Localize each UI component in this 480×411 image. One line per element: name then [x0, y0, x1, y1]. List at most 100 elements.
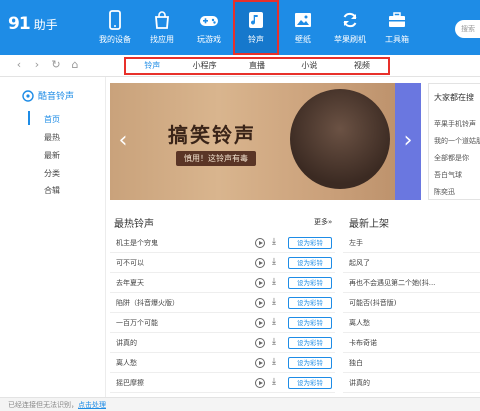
download-icon[interactable]: ⤓	[272, 317, 276, 327]
status-action-link[interactable]: 点击处理	[78, 401, 106, 409]
ringtone-name[interactable]: 可不可以	[116, 258, 144, 268]
nav-toolbox[interactable]: 工具箱	[374, 0, 420, 55]
bag-icon	[155, 11, 169, 29]
nav-label: 我的设备	[99, 35, 131, 44]
new-arrivals-heading: 最新上架	[349, 219, 389, 230]
nav-find-apps[interactable]: 找应用	[139, 0, 185, 55]
play-icon[interactable]	[255, 338, 265, 348]
ringtone-name[interactable]: 离人愁	[116, 358, 137, 368]
table-row: 去年夏天 ⤓ 设为彩铃	[110, 273, 335, 293]
banner-prev-icon[interactable]: ‹	[114, 126, 132, 158]
download-icon[interactable]: ⤓	[272, 377, 276, 387]
ringtone-name[interactable]: 讲真的	[349, 378, 370, 388]
refresh-page-icon[interactable]: ↻	[49, 58, 63, 72]
banner-photo	[290, 89, 390, 189]
back-icon[interactable]: ‹	[12, 58, 26, 72]
refresh-icon	[343, 12, 357, 28]
nav-ringtones[interactable]: 铃声	[233, 0, 279, 55]
set-ringback-button[interactable]: 设为彩铃	[288, 357, 332, 369]
nav-my-devices[interactable]: 我的设备	[92, 0, 138, 55]
popular-search-item[interactable]: 苹果手机铃声	[434, 119, 476, 129]
table-row: 摇巴摩擦 ⤓ 设为彩铃	[110, 373, 335, 393]
status-bar: 已经连接但无法识别，点击处理	[0, 397, 480, 411]
play-icon[interactable]	[255, 358, 265, 368]
set-ringback-button[interactable]: 设为彩铃	[288, 277, 332, 289]
sidebar-active-marker	[28, 111, 30, 125]
sub-tab-bar: 铃声 小程序 直播 小说 视频	[124, 57, 390, 75]
set-ringback-button[interactable]: 设为彩铃	[288, 297, 332, 309]
phone-icon	[109, 10, 121, 30]
subtab-mini-programs[interactable]: 小程序	[178, 59, 230, 73]
nav-games[interactable]: 玩游戏	[186, 0, 232, 55]
set-ringback-button[interactable]: 设为彩铃	[288, 257, 332, 269]
play-icon[interactable]	[255, 378, 265, 388]
ringtone-name[interactable]: 机主是个穷鬼	[116, 238, 158, 248]
nav-flash[interactable]: 苹果刷机	[327, 0, 373, 55]
sidebar: 酷音铃声 首页 最热 最新 分类 合辑	[0, 77, 106, 397]
play-icon[interactable]	[255, 258, 265, 268]
list-item: 再也不会遇见第二个她(抖...	[343, 273, 480, 293]
sidebar-title: 酷音铃声	[22, 89, 74, 102]
nav-wallpapers[interactable]: 壁纸	[280, 0, 326, 55]
ringtone-name[interactable]: 独白	[349, 358, 363, 368]
subtab-videos[interactable]: 视频	[336, 59, 388, 73]
ringtone-name[interactable]: 离人愁	[349, 318, 370, 328]
ringtone-name[interactable]: 可能否(抖音版)	[349, 298, 396, 308]
play-icon[interactable]	[255, 238, 265, 248]
ringtone-name[interactable]: 左手	[349, 238, 363, 248]
download-icon[interactable]: ⤓	[272, 257, 276, 267]
popular-search-item[interactable]: 陈奕迅	[434, 187, 455, 197]
sidebar-item-collections[interactable]: 合辑	[44, 185, 60, 196]
more-link[interactable]: 更多»	[314, 217, 332, 227]
promo-banner[interactable]: ‹ 搞笑铃声 慎用！这铃声有毒	[110, 83, 420, 200]
download-icon[interactable]: ⤓	[272, 337, 276, 347]
ringtone-name[interactable]: 再也不会遇见第二个她(抖...	[349, 278, 435, 288]
ringtone-name[interactable]: 陷阱（抖音爆火版）	[116, 298, 179, 308]
search-input[interactable]: 搜索	[455, 20, 480, 38]
download-icon[interactable]: ⤓	[272, 297, 276, 307]
ringtone-name[interactable]: 一百万个可能	[116, 318, 158, 328]
table-row: 可不可以 ⤓ 设为彩铃	[110, 253, 335, 273]
home-icon[interactable]: ⌂	[68, 58, 82, 72]
subtab-ringtones[interactable]: 铃声	[126, 59, 178, 73]
popular-search-item[interactable]: 全部都是你	[434, 153, 469, 163]
ringtone-name[interactable]: 讲真的	[116, 338, 137, 348]
popular-searches-panel: 大家都在搜 苹果手机铃声 我的一个道姑朋 全部都是你 吾白气球 陈奕迅	[428, 83, 480, 200]
list-item: 独白	[343, 353, 480, 373]
logo-mark: 91	[8, 14, 31, 34]
banner-next-icon[interactable]: ›	[399, 126, 417, 158]
download-icon[interactable]: ⤓	[272, 237, 276, 247]
banner-subtitle: 慎用！这铃声有毒	[176, 151, 256, 166]
ringtone-name[interactable]: 起风了	[349, 258, 370, 268]
app-logo[interactable]: 91 助手	[8, 14, 58, 34]
set-ringback-button[interactable]: 设为彩铃	[288, 337, 332, 349]
sidebar-item-categories[interactable]: 分类	[44, 168, 60, 179]
ringtone-name[interactable]: 摇巴摩擦	[116, 378, 144, 388]
play-icon[interactable]	[255, 278, 265, 288]
ringtone-name[interactable]: 去年夏天	[116, 278, 144, 288]
subtab-novels[interactable]: 小说	[283, 59, 335, 73]
set-ringback-button[interactable]: 设为彩铃	[288, 317, 332, 329]
ringtone-name[interactable]: 卡布奇诺	[349, 338, 377, 348]
list-item: 离人愁	[343, 313, 480, 333]
sidebar-item-home[interactable]: 首页	[44, 114, 60, 125]
banner-title: 搞笑铃声	[168, 123, 256, 147]
list-item: 可能否(抖音版)	[343, 293, 480, 313]
set-ringback-button[interactable]: 设为彩铃	[288, 377, 332, 389]
sidebar-item-newest[interactable]: 最新	[44, 150, 60, 161]
play-icon[interactable]	[255, 298, 265, 308]
forward-icon[interactable]: ›	[30, 58, 44, 72]
nav-label: 铃声	[248, 35, 264, 44]
subtab-live[interactable]: 直播	[231, 59, 283, 73]
hot-ringtones-heading: 最热铃声	[114, 219, 154, 230]
table-row: 陷阱（抖音爆火版） ⤓ 设为彩铃	[110, 293, 335, 313]
download-icon[interactable]: ⤓	[272, 357, 276, 367]
top-navigation-bar: 91 助手 我的设备 找应用 玩游戏 铃声 壁纸 苹果刷机 工具箱 搜索	[0, 0, 480, 55]
sidebar-item-hottest[interactable]: 最热	[44, 132, 60, 143]
popular-search-item[interactable]: 我的一个道姑朋	[434, 136, 480, 146]
music-note-icon	[249, 12, 263, 28]
download-icon[interactable]: ⤓	[272, 277, 276, 287]
popular-search-item[interactable]: 吾白气球	[434, 170, 462, 180]
play-icon[interactable]	[255, 318, 265, 328]
set-ringback-button[interactable]: 设为彩铃	[288, 237, 332, 249]
